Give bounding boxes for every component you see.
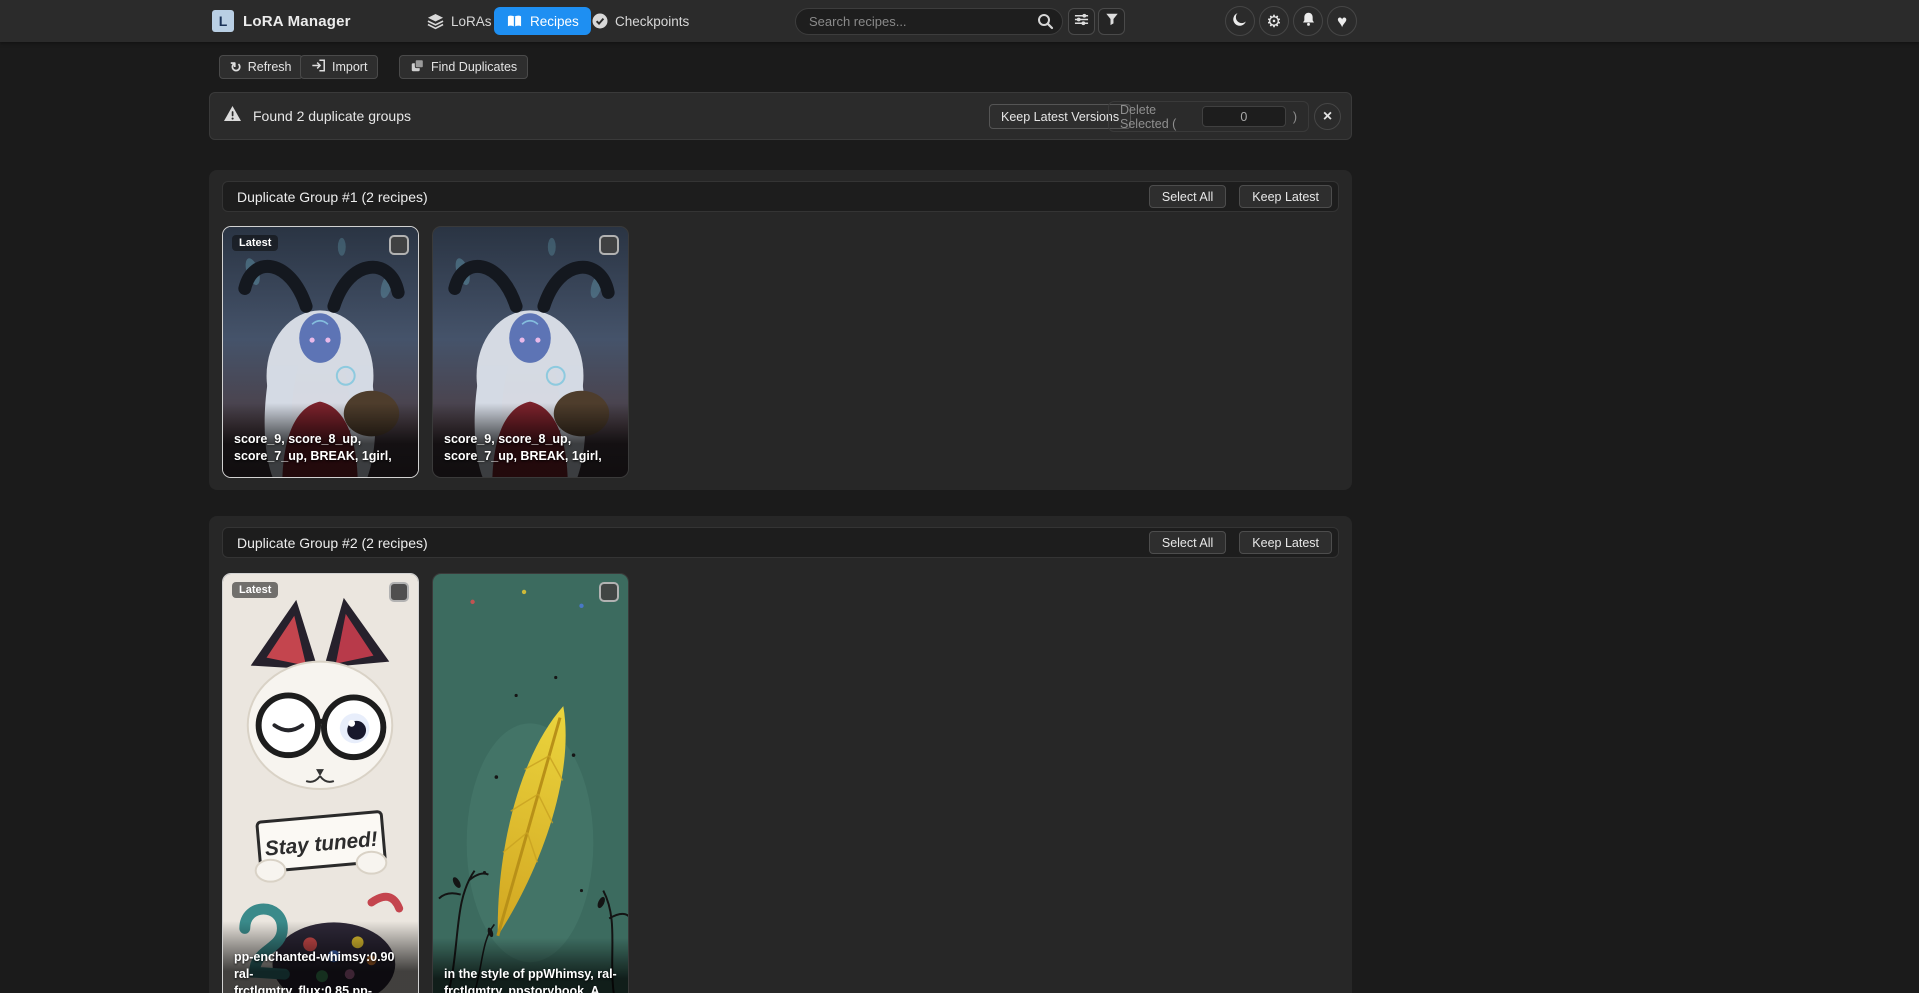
recipe-preview-image	[433, 574, 628, 993]
delete-selected-suffix: )	[1293, 110, 1297, 124]
caption-line: in the style of ppWhimsy, ral-	[444, 966, 617, 983]
find-duplicates-label: Find Duplicates	[431, 60, 517, 74]
keep-latest-versions-label: Keep Latest Versions	[1001, 110, 1119, 124]
warning-icon	[223, 105, 242, 127]
select-all-button[interactable]: Select All	[1149, 531, 1226, 554]
gear-icon: ⚙	[1266, 13, 1281, 30]
brand[interactable]: L LoRA Manager	[212, 0, 351, 42]
recipe-card[interactable]: score_9, score_8_up, score_7_up, BREAK, …	[432, 226, 629, 478]
import-label: Import	[332, 60, 367, 74]
caption-line: frctlgmtry, ppstorybook, A	[444, 983, 617, 993]
recipe-caption: score_9, score_8_up, score_7_up, BREAK, …	[433, 403, 628, 477]
favorites-button[interactable]: ♥	[1327, 6, 1357, 36]
duplicate-group-1: Duplicate Group #1 (2 recipes) Select Al…	[209, 170, 1352, 490]
delete-selected-prefix: Delete Selected (	[1120, 103, 1195, 131]
caption-line: score_7_up, BREAK, 1girl,	[234, 448, 407, 465]
sort-options-button[interactable]	[1068, 8, 1095, 35]
duplicates-alert-banner: Found 2 duplicate groups Keep Latest Ver…	[209, 92, 1352, 140]
tab-checkpoints[interactable]: Checkpoints	[580, 7, 701, 35]
duplicate-group-2: Duplicate Group #2 (2 recipes) Select Al…	[209, 516, 1352, 993]
refresh-button[interactable]: ↻ Refresh	[219, 55, 303, 79]
group-title: Duplicate Group #1 (2 recipes)	[237, 189, 428, 205]
selected-count-input[interactable]	[1202, 106, 1286, 127]
import-button[interactable]: Import	[300, 55, 378, 79]
group-header: Duplicate Group #2 (2 recipes) Select Al…	[222, 527, 1339, 558]
group-header: Duplicate Group #1 (2 recipes) Select Al…	[222, 181, 1339, 212]
delete-selected-button[interactable]: Delete Selected ( )	[1108, 101, 1309, 132]
caption-line: frctlgmtry, flux:0.85 pp-	[234, 983, 407, 993]
search-container	[795, 8, 1063, 35]
group-title: Duplicate Group #2 (2 recipes)	[237, 535, 428, 551]
select-all-label: Select All	[1162, 536, 1213, 550]
heart-icon: ♥	[1337, 13, 1347, 30]
import-icon	[311, 58, 326, 76]
filter-button[interactable]	[1098, 8, 1125, 35]
latest-badge: Latest	[232, 582, 278, 598]
recipe-caption: in the style of ppWhimsy, ral- frctlgmtr…	[433, 938, 628, 993]
notifications-button[interactable]	[1293, 6, 1323, 36]
find-duplicates-button[interactable]: Find Duplicates	[399, 55, 528, 79]
bell-icon	[1301, 11, 1316, 31]
settings-button[interactable]: ⚙	[1259, 6, 1289, 36]
tab-label: Recipes	[530, 14, 579, 29]
theme-toggle-button[interactable]	[1225, 6, 1255, 36]
keep-latest-button[interactable]: Keep Latest	[1239, 531, 1332, 554]
recipe-caption: pp-enchanted-whimsy:0.90 ral- frctlgmtry…	[223, 921, 418, 993]
app-logo-icon: L	[212, 10, 234, 32]
keep-latest-button[interactable]: Keep Latest	[1239, 185, 1332, 208]
search-icon	[1037, 13, 1054, 35]
caption-line: pp-enchanted-whimsy:0.90 ral-	[234, 949, 407, 983]
card-checkbox[interactable]	[599, 582, 619, 602]
recipe-caption: score_9, score_8_up, score_7_up, BREAK, …	[223, 403, 418, 477]
close-icon: ×	[1323, 109, 1332, 125]
card-checkbox[interactable]	[389, 235, 409, 255]
app-title: LoRA Manager	[243, 13, 351, 30]
filter-funnel-icon	[1105, 12, 1119, 31]
search-input[interactable]	[795, 8, 1063, 35]
tab-recipes[interactable]: Recipes	[494, 7, 591, 35]
recipe-card[interactable]: Stay tuned! Latest pp-enchanted-whimsy:0…	[222, 573, 419, 993]
recipe-card[interactable]: Latest score_9, score_8_up, score_7_up, …	[222, 226, 419, 478]
sliders-icon	[1074, 12, 1089, 32]
tab-label: LoRAs	[451, 14, 492, 29]
recipe-card[interactable]: in the style of ppWhimsy, ral- frctlgmtr…	[432, 573, 629, 993]
navbar: L LoRA Manager LoRAs Recipes Checkpoints	[0, 0, 1919, 42]
caption-line: score_7_up, BREAK, 1girl,	[444, 448, 617, 465]
book-icon	[506, 14, 523, 29]
tab-label: Checkpoints	[615, 14, 689, 29]
layers-icon	[427, 13, 444, 30]
card-checkbox[interactable]	[389, 582, 409, 602]
caption-line: score_9, score_8_up,	[444, 431, 617, 448]
keep-latest-label: Keep Latest	[1252, 190, 1319, 204]
tab-loras[interactable]: LoRAs	[415, 7, 504, 35]
refresh-label: Refresh	[248, 60, 292, 74]
select-all-button[interactable]: Select All	[1149, 185, 1226, 208]
check-circle-icon	[592, 13, 608, 29]
close-banner-button[interactable]: ×	[1314, 103, 1341, 130]
moon-icon	[1232, 11, 1248, 31]
refresh-icon: ↻	[230, 59, 242, 76]
caption-line: score_9, score_8_up,	[234, 431, 407, 448]
select-all-label: Select All	[1162, 190, 1213, 204]
latest-badge: Latest	[232, 235, 278, 251]
alert-message: Found 2 duplicate groups	[253, 108, 411, 124]
duplicate-icon	[410, 58, 425, 76]
keep-latest-label: Keep Latest	[1252, 536, 1319, 550]
card-checkbox[interactable]	[599, 235, 619, 255]
